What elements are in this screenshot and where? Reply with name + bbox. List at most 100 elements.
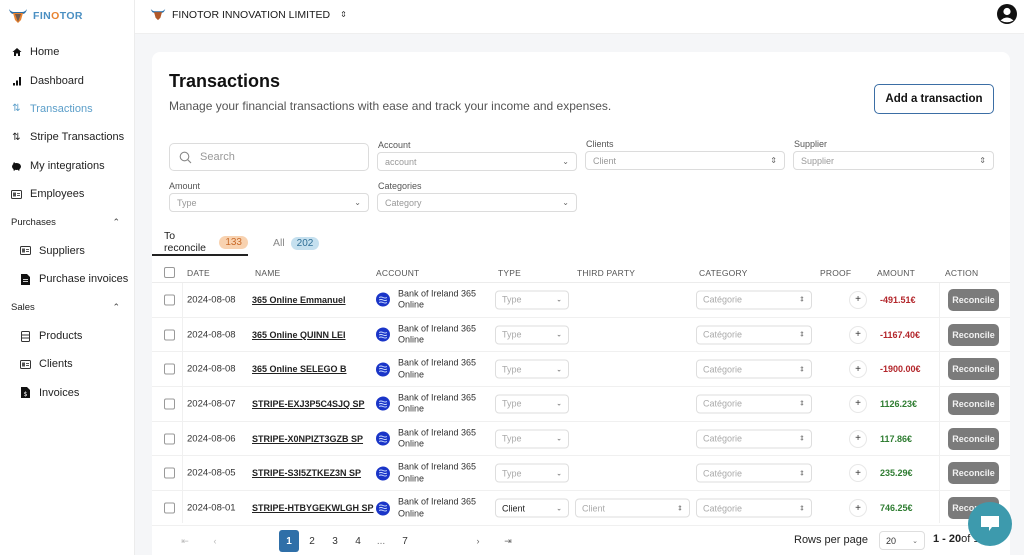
sidebar-item-dashboard[interactable]: Dashboard: [0, 66, 135, 94]
type-select[interactable]: Type ⌄: [495, 325, 569, 345]
page-button[interactable]: 3: [325, 530, 345, 552]
category-select[interactable]: Catégorie ⇕: [696, 463, 812, 483]
add-proof-button[interactable]: +: [849, 464, 867, 483]
clients-filter-select[interactable]: Client ⇕: [585, 151, 785, 170]
column-header-date[interactable]: DATE: [187, 268, 210, 278]
sidebar-section-sales[interactable]: Sales ⌃: [0, 294, 135, 322]
page-button[interactable]: 4: [348, 530, 368, 552]
page-button[interactable]: 2: [302, 530, 322, 552]
column-header-proof[interactable]: PROOF: [820, 268, 851, 278]
type-select[interactable]: Type ⌄: [495, 290, 569, 310]
reconcile-button[interactable]: Reconcile: [948, 358, 999, 381]
sidebar-item-invoices[interactable]: $ Invoices: [0, 379, 135, 407]
reconcile-button[interactable]: Reconcile: [948, 427, 999, 450]
category-select[interactable]: Catégorie ⇕: [696, 429, 812, 449]
previous-page-button[interactable]: ‹: [205, 530, 225, 552]
type-select[interactable]: Type ⌄: [495, 394, 569, 414]
sidebar-item-employees[interactable]: Employees: [0, 180, 135, 208]
column-header-action[interactable]: ACTION: [945, 268, 978, 278]
row-checkbox[interactable]: [164, 433, 175, 445]
row-checkbox[interactable]: [164, 467, 175, 479]
type-select[interactable]: Client ⌄: [495, 498, 569, 518]
category-select[interactable]: Catégorie ⇕: [696, 290, 812, 310]
user-circle-icon[interactable]: [996, 3, 1018, 25]
reconcile-button[interactable]: Reconcile: [948, 288, 999, 311]
sidebar-item-purchase-invoices[interactable]: Purchase invoices: [0, 265, 135, 293]
first-page-button[interactable]: ⇤: [175, 530, 195, 552]
row-checkbox[interactable]: [164, 294, 175, 306]
column-header-account[interactable]: ACCOUNT: [376, 268, 419, 278]
column-header-name[interactable]: NAME: [255, 268, 280, 278]
column-header-third-party[interactable]: THIRD PARTY: [577, 268, 635, 278]
row-checkbox[interactable]: [164, 363, 175, 375]
select-all-checkbox[interactable]: [164, 267, 175, 278]
row-checkbox[interactable]: [164, 398, 175, 410]
chat-button[interactable]: [968, 502, 1012, 546]
account-filter-select[interactable]: account ⌄: [377, 152, 577, 171]
transaction-name-link[interactable]: STRIPE-EXJ3P5C4SJQ SP: [252, 399, 365, 409]
sidebar-item-home[interactable]: Home: [0, 38, 135, 66]
page-button[interactable]: 7: [395, 530, 415, 552]
category-select[interactable]: Catégorie ⇕: [696, 498, 812, 518]
updown-chevron-icon: ⇕: [799, 296, 805, 304]
sidebar-item-stripe-transactions[interactable]: ⇅ Stripe Transactions: [0, 123, 135, 151]
add-proof-button[interactable]: +: [849, 325, 867, 344]
page-button[interactable]: 1: [279, 530, 299, 552]
supplier-filter-select[interactable]: Supplier ⇕: [793, 151, 994, 170]
updown-chevron-icon: ⇕: [340, 10, 347, 19]
pagination: ⇤ ‹ 1 2 3 4 ... 7 › ⇥ Rows per page 20 ⌄…: [152, 528, 1010, 554]
add-proof-button[interactable]: +: [849, 429, 867, 448]
organization-switcher[interactable]: FINOTOR INNOVATION LIMITED ⇕: [150, 8, 347, 21]
category-select[interactable]: Catégorie ⇕: [696, 325, 812, 345]
add-proof-button[interactable]: +: [849, 360, 867, 379]
sidebar-section-purchases[interactable]: Purchases ⌃: [0, 208, 135, 236]
table-header: DATE NAME ACCOUNT TYPE THIRD PARTY CATEG…: [152, 264, 1010, 283]
transaction-date: 2024-08-08: [187, 329, 236, 341]
last-page-button[interactable]: ⇥: [498, 530, 518, 552]
type-select[interactable]: Type ⌄: [495, 359, 569, 379]
table-row: 2024-08-08 365 Online QUINN LEI Bank of Ir…: [152, 318, 1010, 353]
updown-chevron-icon: ⇕: [799, 470, 805, 478]
transaction-name-link[interactable]: 365 Online Emmanuel: [252, 295, 346, 305]
reconcile-button[interactable]: Reconcile: [948, 392, 999, 415]
type-select[interactable]: Type ⌄: [495, 463, 569, 483]
sidebar-item-products[interactable]: Products: [0, 322, 135, 350]
column-header-type[interactable]: TYPE: [498, 268, 521, 278]
category-select[interactable]: Catégorie ⇕: [696, 359, 812, 379]
next-page-button[interactable]: ›: [468, 530, 488, 552]
add-proof-button[interactable]: +: [849, 499, 867, 518]
rows-per-page-select[interactable]: 20 ⌄: [879, 531, 925, 550]
type-select[interactable]: Type ⌄: [495, 429, 569, 449]
reconcile-button[interactable]: Reconcile: [948, 323, 999, 346]
sidebar-item-transactions[interactable]: ⇅ Transactions: [0, 95, 135, 123]
category-select[interactable]: Catégorie ⇕: [696, 394, 812, 414]
arrows-updown-icon: ⇅: [12, 131, 21, 143]
count-badge: 133: [219, 235, 248, 249]
transaction-name-link[interactable]: STRIPE-X0NPIZT3GZB SP: [252, 434, 363, 444]
sidebar-item-my-integrations[interactable]: My integrations: [0, 152, 135, 180]
arrows-updown-icon: ⇅: [12, 103, 21, 115]
search-field[interactable]: [169, 143, 369, 171]
sidebar-item-suppliers[interactable]: Suppliers: [0, 237, 135, 265]
transaction-name-link[interactable]: 365 Online QUINN LEI: [252, 330, 346, 340]
third-party-select[interactable]: Client ⇕: [575, 498, 690, 518]
tab-all[interactable]: All 202: [273, 230, 320, 256]
brand-logo[interactable]: FINOTOR: [8, 8, 83, 24]
account-cell: Bank of Ireland 365 Online: [376, 323, 478, 346]
transaction-name-link[interactable]: STRIPE-HTBYGEKWLGH SP: [252, 503, 374, 513]
row-checkbox[interactable]: [164, 329, 175, 341]
transaction-name-link[interactable]: STRIPE-S3I5ZTKEZ3N SP: [252, 468, 361, 478]
tab-to-reconcile[interactable]: To reconcile 133: [152, 230, 248, 256]
add-transaction-button[interactable]: Add a transaction: [874, 84, 994, 114]
transaction-name-link[interactable]: 365 Online SELEGO B: [252, 364, 347, 374]
column-header-amount[interactable]: AMOUNT: [877, 268, 915, 278]
row-checkbox[interactable]: [164, 502, 175, 514]
reconcile-button[interactable]: Reconcile: [948, 462, 999, 485]
add-proof-button[interactable]: +: [849, 290, 867, 309]
sidebar-item-clients[interactable]: Clients: [0, 350, 135, 378]
add-proof-button[interactable]: +: [849, 394, 867, 413]
column-header-category[interactable]: CATEGORY: [699, 268, 748, 278]
amount-filter-select[interactable]: Type ⌄: [169, 193, 369, 212]
categories-filter-select[interactable]: Category ⌄: [377, 193, 577, 212]
search-input[interactable]: [200, 151, 350, 163]
